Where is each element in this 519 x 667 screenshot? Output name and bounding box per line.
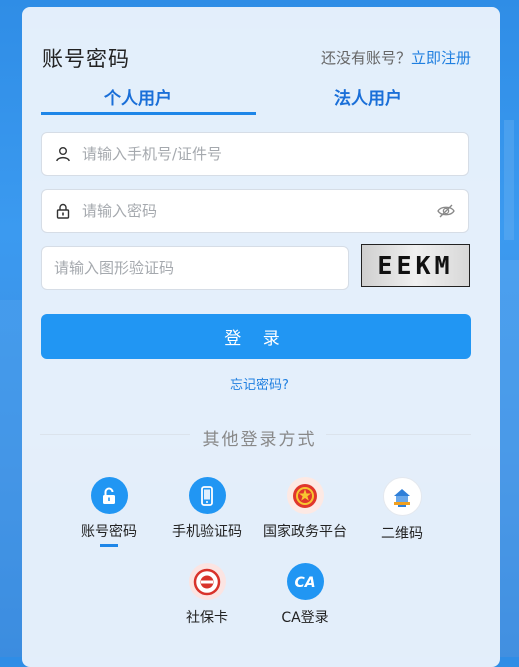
- login-option-social-security-card[interactable]: 社保卡: [157, 563, 257, 627]
- captcha-image[interactable]: EEKM: [361, 244, 470, 287]
- active-option-indicator: [100, 544, 118, 547]
- register-prompt: 还没有账号？立即注册: [321, 47, 471, 68]
- svg-text:CA: CA: [294, 575, 315, 591]
- password-field: [41, 189, 469, 233]
- username-input[interactable]: [80, 132, 468, 176]
- qrcode-app-icon: [382, 477, 422, 516]
- login-button[interactable]: 登 录: [41, 314, 471, 359]
- user-icon: [54, 145, 72, 163]
- ca-icon: CA: [286, 563, 324, 600]
- national-emblem-icon: [286, 477, 324, 514]
- login-option-label: 账号密码: [81, 524, 137, 540]
- captcha-input[interactable]: [42, 246, 348, 290]
- page-title: 账号密码: [42, 47, 130, 71]
- login-option-national-platform[interactable]: 国家政务平台: [255, 477, 355, 541]
- other-login-title: 其他登录方式: [202, 430, 317, 450]
- password-input[interactable]: [80, 189, 436, 233]
- phone-icon: [188, 477, 226, 514]
- login-option-qrcode[interactable]: 二维码: [352, 477, 452, 543]
- eye-hidden-icon[interactable]: [436, 201, 456, 221]
- social-security-card-icon: [188, 563, 226, 600]
- login-option-label: 国家政务平台: [263, 524, 347, 540]
- login-option-label: 社保卡: [186, 610, 228, 626]
- active-tab-indicator: [41, 112, 256, 115]
- login-option-account-password[interactable]: 账号密码: [59, 477, 159, 547]
- register-prompt-text: 还没有账号？: [320, 49, 411, 67]
- tab-personal-user[interactable]: 个人用户: [104, 84, 172, 109]
- lock-icon: [54, 202, 72, 220]
- login-option-ca-login[interactable]: CA CA登录: [255, 563, 355, 627]
- captcha-field: [41, 246, 349, 290]
- tab-legal-user[interactable]: 法人用户: [334, 84, 402, 109]
- login-option-label: 二维码: [381, 526, 423, 542]
- login-option-label: CA登录: [281, 610, 329, 626]
- forgot-password-link[interactable]: 忘记密码?: [0, 374, 519, 393]
- register-link[interactable]: 立即注册: [411, 49, 471, 67]
- lock-icon: [90, 477, 128, 514]
- login-option-label: 手机验证码: [172, 524, 242, 540]
- username-field: [41, 132, 469, 176]
- login-option-sms-code[interactable]: 手机验证码: [157, 477, 257, 541]
- divider-right: [326, 434, 471, 435]
